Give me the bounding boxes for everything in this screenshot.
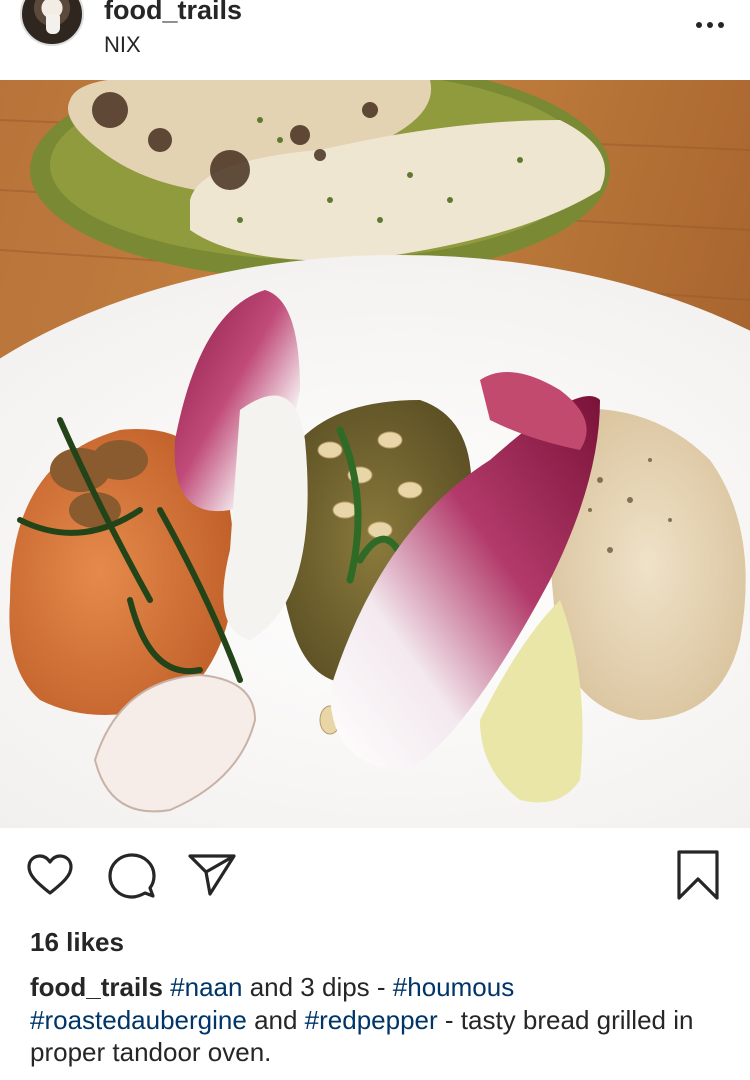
caption-username[interactable]: food_trails <box>30 972 163 1002</box>
hashtag-houmous[interactable]: #houmous <box>393 972 514 1002</box>
more-options-button[interactable] <box>690 10 730 40</box>
likes-count[interactable]: 16 likes <box>30 926 124 958</box>
send-icon <box>188 854 236 896</box>
post-photo[interactable] <box>0 80 750 828</box>
post-header: food_trails NIX <box>0 0 750 80</box>
post-username[interactable]: food_trails <box>104 0 242 26</box>
comment-button[interactable] <box>106 850 158 902</box>
hashtag-naan[interactable]: #naan <box>170 972 242 1002</box>
caption-text: and 3 dips - <box>242 972 393 1002</box>
hashtag-roastedaubergine[interactable]: #roastedaubergine <box>30 1005 247 1035</box>
heart-icon <box>27 854 73 895</box>
caption: food_trails #naan and 3 dips - #houmous … <box>30 971 720 1069</box>
more-horizontal-icon <box>696 22 702 28</box>
post-location[interactable]: NIX <box>104 32 141 58</box>
bookmark-icon <box>677 850 719 900</box>
comment-icon <box>108 853 156 899</box>
save-button[interactable] <box>672 850 724 902</box>
caption-text: and <box>246 1004 305 1035</box>
hashtag-redpepper[interactable]: #redpepper <box>305 1005 438 1035</box>
avatar[interactable] <box>20 0 84 46</box>
action-bar <box>0 828 750 924</box>
like-button[interactable] <box>24 850 76 902</box>
food-photo-illustration <box>0 80 750 828</box>
share-button[interactable] <box>186 850 238 902</box>
